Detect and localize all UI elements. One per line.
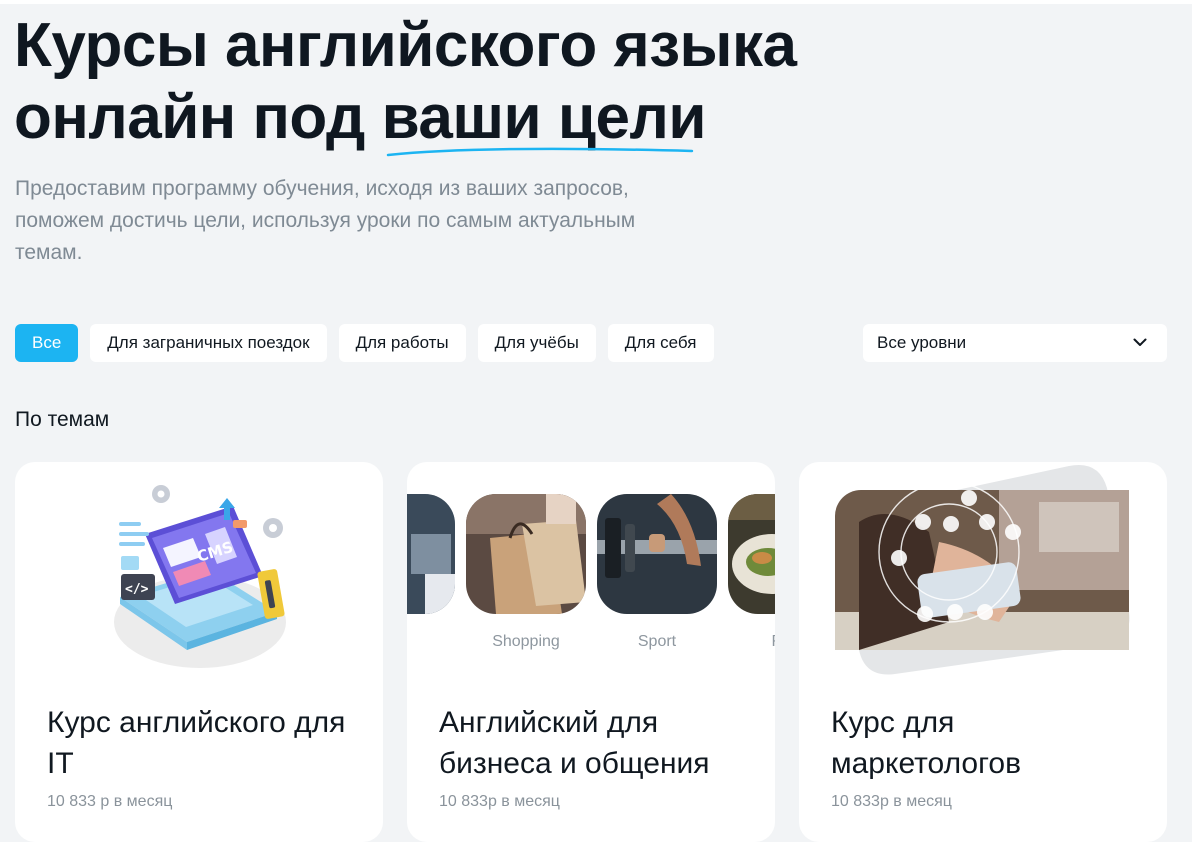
filter-chip-travel[interactable]: Для заграничных поездок xyxy=(90,324,327,362)
course-card-marketing[interactable]: Курс для маркетологов 10 833р в месяц xyxy=(799,462,1167,842)
course-card-it-image: CMS </> xyxy=(15,462,383,682)
code-label: </> xyxy=(125,582,149,597)
course-card-price: 10 833 р в месяц xyxy=(47,793,173,810)
title-line-2: онлайн под ваши цели xyxy=(14,82,707,157)
level-select-value: Все уровни xyxy=(877,333,967,352)
title-highlight: ваши цели xyxy=(381,82,707,157)
thumb-sport xyxy=(597,494,717,614)
title-line-1: Курсы английского языка xyxy=(14,11,797,80)
course-card-title: Английский для бизнеса и общения xyxy=(439,706,710,780)
thumb-restaurant xyxy=(728,494,775,614)
course-card-title: Курс для маркетологов xyxy=(831,706,1022,780)
hero-subtitle: Предоставим программу обучения, исходя и… xyxy=(15,177,636,264)
thumb-label-shopping: Shopping xyxy=(492,633,560,650)
course-card-business-image: el Shopping Sport Rest xyxy=(407,462,775,682)
title-highlight-text: ваши цели xyxy=(381,83,707,152)
filter-chip-study[interactable]: Для учёбы xyxy=(477,324,596,362)
filter-chip-self[interactable]: Для себя xyxy=(607,324,714,362)
filter-chip-all[interactable]: Все xyxy=(15,324,79,362)
marketing-photo xyxy=(835,464,1130,675)
laptop-cms-illustration: CMS </> xyxy=(114,485,286,668)
section-title: По темам xyxy=(15,408,110,431)
filter-chips: Все Для заграничных поездок Для работы Д… xyxy=(15,324,714,362)
top-strip xyxy=(0,0,1192,4)
course-card-business[interactable]: el Shopping Sport Rest Английский для би… xyxy=(407,462,775,842)
level-select[interactable]: Все уровни xyxy=(863,324,1167,362)
course-card-marketing-image xyxy=(799,462,1167,682)
chevron-down-icon xyxy=(1133,338,1147,346)
title-line-2-text: онлайн под xyxy=(14,83,382,152)
course-card-price: 10 833р в месяц xyxy=(439,793,560,810)
filter-chip-work[interactable]: Для работы xyxy=(338,324,466,362)
thumb-travel xyxy=(407,494,455,614)
thumb-label-travel: el xyxy=(407,633,455,651)
course-card-price: 10 833р в месяц xyxy=(831,793,952,810)
thumb-label-sport: Sport xyxy=(637,633,677,650)
thumb-shopping xyxy=(466,494,586,614)
page-title: Курсы английского языка онлайн под ваши … xyxy=(14,10,797,157)
course-card-title: Курс английского для IT xyxy=(47,706,346,780)
course-card-it[interactable]: CMS </> Курс английского для IT 10 833 р… xyxy=(15,462,383,842)
thumb-label-restaurant: Rest xyxy=(728,633,775,651)
underline-stroke xyxy=(386,147,693,157)
